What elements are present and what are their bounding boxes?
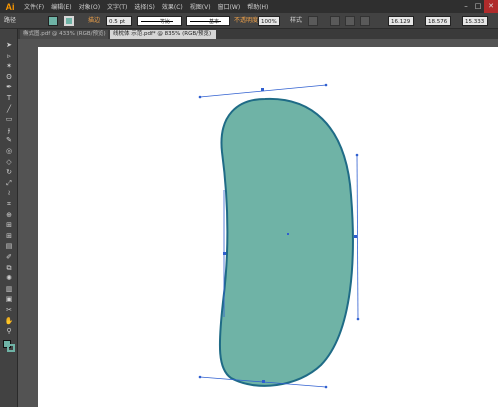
- tab-document-2[interactable]: 线枕体 示范.pdf* @ 835% (RGB/预览): [110, 30, 216, 39]
- menu-help[interactable]: 帮助(H): [247, 2, 268, 11]
- mesh-icon[interactable]: ⊞: [4, 232, 14, 241]
- anchor-point[interactable]: [223, 252, 226, 255]
- tab-label: 椭式图.pdf @ 433% (RGB/预览): [23, 31, 106, 37]
- opacity-field[interactable]: 100%: [258, 16, 280, 26]
- window-controls: – □ ✕: [460, 0, 498, 13]
- anchor-point[interactable]: [354, 235, 357, 238]
- artwork-svg: [198, 83, 360, 389]
- style-label: 样式: [290, 17, 303, 24]
- handle-point[interactable]: [198, 375, 202, 379]
- brush-label: 基本: [209, 19, 220, 25]
- selection-type-label: 路径: [4, 17, 17, 24]
- reference-point-icon[interactable]: [360, 16, 370, 26]
- brush-definition[interactable]: [186, 16, 230, 26]
- graph-icon[interactable]: ▥: [4, 285, 14, 294]
- fill-stroke-swatch[interactable]: [3, 339, 15, 352]
- type-icon[interactable]: T: [4, 94, 14, 103]
- handle-point[interactable]: [356, 317, 360, 321]
- artboard-icon[interactable]: ▣: [4, 295, 14, 304]
- hand-icon[interactable]: ✋: [4, 317, 14, 326]
- slice-icon[interactable]: ✂: [4, 306, 14, 315]
- fill-swatch[interactable]: [48, 16, 58, 26]
- magic-wand-icon[interactable]: ✶: [4, 62, 14, 71]
- menu-effect[interactable]: 效果(C): [162, 2, 183, 11]
- anchor-point[interactable]: [261, 88, 264, 91]
- gradient-icon[interactable]: ▤: [4, 242, 14, 251]
- stroke-weight-field[interactable]: 0.5 pt: [106, 16, 132, 26]
- eraser-icon[interactable]: ◇: [4, 158, 14, 167]
- menu-edit[interactable]: 编辑(E): [51, 2, 71, 11]
- tab-label: 线枕体 示范.pdf* @ 835% (RGB/预览): [113, 31, 212, 37]
- document-tab-bar: 椭式图.pdf @ 433% (RGB/预览) 线枕体 示范.pdf* @ 83…: [18, 29, 498, 39]
- lasso-icon[interactable]: ʘ: [4, 73, 14, 82]
- pencil-icon[interactable]: ✎: [4, 136, 14, 145]
- line-icon[interactable]: ╱: [4, 105, 14, 114]
- handle-point[interactable]: [324, 385, 328, 389]
- center-point: [287, 233, 289, 235]
- menu-window[interactable]: 窗口(W): [218, 2, 241, 11]
- pen-icon[interactable]: ✒: [4, 83, 14, 92]
- scale-icon[interactable]: ⤢: [4, 179, 14, 188]
- width-field[interactable]: 15.333 m: [462, 16, 488, 35]
- x-field[interactable]: 16.129 m: [388, 16, 414, 35]
- menu-view[interactable]: 视图(V): [190, 2, 211, 11]
- shape-builder-icon[interactable]: ⊕: [4, 211, 14, 220]
- zoom-icon[interactable]: ⚲: [4, 327, 14, 336]
- stroke-label[interactable]: 描边: [88, 16, 100, 26]
- tools-panel: ➤ ▹ ✶ ʘ ✒ T ╱ ▭ ɟ ✎ ◎ ◇ ↻ ⤢ ≀ ⌗ ⊕ ⊞ ⊞ ▤ ✐ ⧉ ✺ ▥ ▣ ✂ ✋ ⚲: [0, 29, 18, 407]
- menu-object[interactable]: 对象(O): [79, 2, 100, 11]
- graphic-style-icon[interactable]: [308, 16, 318, 26]
- variable-width-label: 等比: [160, 19, 171, 25]
- paintbrush-icon[interactable]: ɟ: [4, 126, 14, 135]
- restore-button[interactable]: □: [472, 0, 484, 13]
- tab-document-1[interactable]: 椭式图.pdf @ 433% (RGB/预览): [20, 30, 108, 39]
- handle-point[interactable]: [355, 153, 359, 157]
- stroke-swatch[interactable]: [64, 16, 74, 26]
- menu-type[interactable]: 文字(T): [107, 2, 127, 11]
- menu-select[interactable]: 选择(S): [134, 2, 155, 11]
- handle-line-right: [356, 154, 359, 320]
- width-icon[interactable]: ≀: [4, 189, 14, 198]
- opacity-label[interactable]: 不透明度: [234, 16, 258, 26]
- artboard[interactable]: [38, 47, 498, 407]
- handle-point[interactable]: [324, 83, 328, 87]
- close-button[interactable]: ✕: [484, 0, 498, 13]
- free-transform-icon[interactable]: ⌗: [4, 200, 14, 209]
- perspective-icon[interactable]: ⊞: [4, 221, 14, 230]
- illustrator-window: Ai 文件(F) 编辑(E) 对象(O) 文字(T) 选择(S) 效果(C) 视…: [0, 0, 498, 407]
- menu-bar: Ai 文件(F) 编辑(E) 对象(O) 文字(T) 选择(S) 效果(C) 视…: [0, 0, 498, 13]
- rotate-icon[interactable]: ↻: [4, 168, 14, 177]
- toolbox-stroke-icon[interactable]: [7, 343, 15, 352]
- handle-point[interactable]: [198, 95, 202, 99]
- rectangle-icon[interactable]: ▭: [4, 115, 14, 124]
- select-arrow-icon[interactable]: ➤: [4, 41, 14, 50]
- transform-icon[interactable]: [345, 16, 355, 26]
- control-bar: 路径 描边 0.5 pt 等比 基本 不透明度 100% 样式 16.129 m…: [0, 13, 498, 35]
- anchor-point[interactable]: [262, 380, 265, 383]
- direct-select-icon[interactable]: ▹: [4, 52, 14, 61]
- app-logo: Ai: [5, 1, 15, 12]
- pasteboard[interactable]: [19, 39, 498, 407]
- bean-shape-path[interactable]: [218, 97, 354, 387]
- symbol-sprayer-icon[interactable]: ✺: [4, 274, 14, 283]
- menu-file[interactable]: 文件(F): [24, 2, 44, 11]
- eyedropper-icon[interactable]: ✐: [4, 253, 14, 262]
- align-icon[interactable]: [330, 16, 340, 26]
- minimize-button[interactable]: –: [460, 0, 472, 13]
- blend-icon[interactable]: ⧉: [4, 264, 14, 273]
- y-field[interactable]: 18.576 m: [425, 16, 451, 35]
- blob-brush-icon[interactable]: ◎: [4, 147, 14, 156]
